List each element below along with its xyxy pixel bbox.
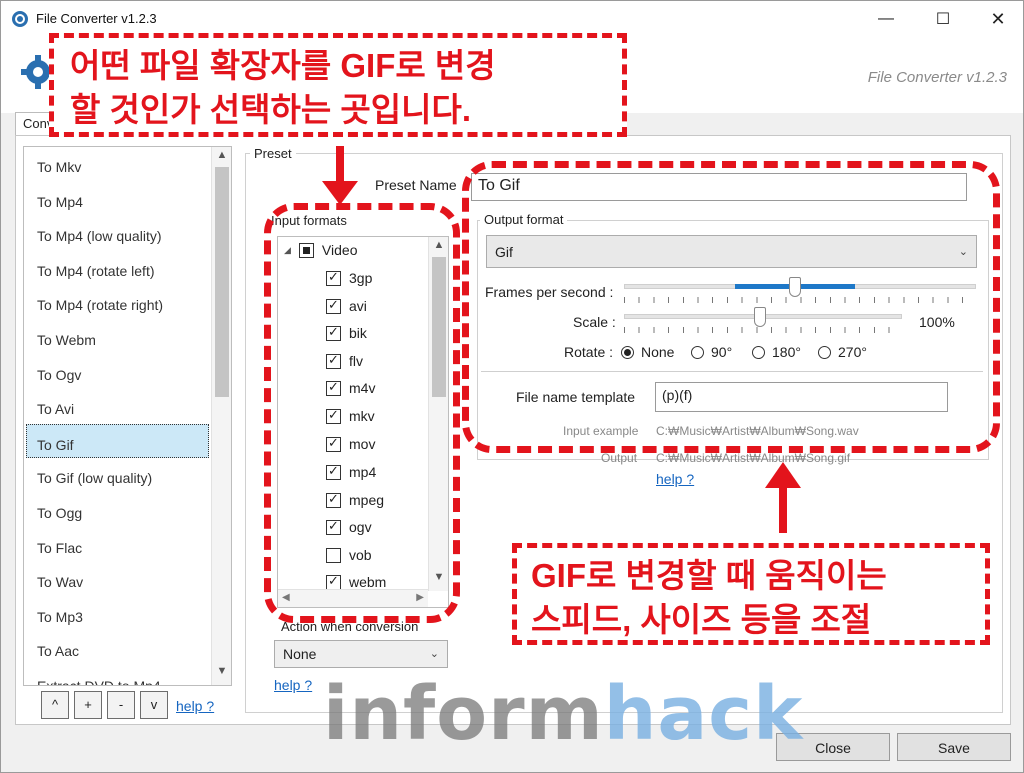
output-example-label: Output — [601, 451, 638, 465]
app-logo-icon — [12, 11, 28, 27]
scroll-down-icon[interactable]: ▼ — [212, 665, 231, 683]
list-item[interactable]: To Mp3 — [24, 597, 231, 632]
add-button[interactable]: + — [74, 691, 102, 719]
list-item[interactable]: To Ogv — [24, 355, 231, 390]
bottom-annotation-line1: GIF로 변경할 때 움직이는 — [531, 557, 887, 594]
conversion-items: To Mkv To Mp4 To Mp4 (low quality) To Mp… — [24, 147, 231, 685]
conversions-help-link[interactable]: help ? — [176, 698, 214, 714]
bottom-arrow-shaft — [779, 485, 787, 533]
arrow-down-icon — [322, 181, 358, 205]
close-window-button[interactable]: ✕ — [975, 1, 1021, 37]
preset-group-label: Preset — [250, 146, 296, 161]
list-item[interactable]: To Wav — [24, 562, 231, 597]
bottom-annotation: GIF로 변경할 때 움직이는 스피드, 사이즈 등을 조절 — [512, 543, 990, 645]
scroll-up-icon[interactable]: ▲ — [212, 149, 231, 167]
action-select-value: None — [283, 646, 317, 662]
top-annotation-line1: 어떤 파일 확장자를 GIF로 변경 — [70, 47, 496, 84]
move-down-button[interactable]: v — [140, 691, 168, 719]
input-formats-highlight — [264, 203, 460, 623]
watermark-part2: hack — [603, 671, 804, 757]
watermark: informhack — [323, 671, 803, 757]
maximize-button[interactable]: ☐ — [920, 1, 966, 37]
list-item[interactable]: To Mp4 (rotate left) — [24, 251, 231, 286]
list-item[interactable]: To Mkv — [24, 147, 231, 182]
app-window: File Converter v1.2.3 — ☐ ✕ File Convert… — [0, 0, 1024, 773]
version-label: File Converter v1.2.3 — [867, 69, 1007, 86]
bottom-annotation-line2: 스피드, 사이즈 등을 조절 — [531, 601, 872, 638]
list-item[interactable]: To Avi — [24, 389, 231, 424]
preset-name-label: Preset Name — [375, 177, 457, 193]
list-item[interactable]: To Mp4 — [24, 182, 231, 217]
list-item[interactable]: To Webm — [24, 320, 231, 355]
list-item[interactable]: Extract DVD to Mp4 — [24, 666, 231, 685]
tab-conversions[interactable]: Conv — [15, 112, 53, 136]
save-button[interactable]: Save — [897, 733, 1011, 761]
window-title: File Converter v1.2.3 — [36, 11, 157, 26]
action-select[interactable]: None ⌄ — [274, 640, 448, 668]
output-example-value: C:₩Music₩Artist₩Album₩Song.gif — [656, 451, 851, 465]
list-item[interactable]: To Flac — [24, 528, 231, 563]
list-item[interactable]: To Ogg — [24, 493, 231, 528]
list-item[interactable]: To Mp4 (low quality) — [24, 216, 231, 251]
list-item[interactable]: To Gif (low quality) — [24, 458, 231, 493]
remove-button[interactable]: - — [107, 691, 135, 719]
conversion-list[interactable]: To Mkv To Mp4 To Mp4 (low quality) To Mp… — [23, 146, 232, 686]
top-annotation: 어떤 파일 확장자를 GIF로 변경 할 것인가 선택하는 곳입니다. — [49, 33, 627, 137]
chevron-down-icon: ⌄ — [429, 648, 439, 660]
list-item-selected[interactable]: To Gif — [26, 423, 209, 459]
scrollbar-thumb[interactable] — [215, 167, 229, 397]
move-up-button[interactable]: ^ — [41, 691, 69, 719]
preset-help-link[interactable]: help ? — [274, 677, 312, 693]
output-settings-highlight — [462, 161, 1000, 453]
minimize-button[interactable]: — — [863, 1, 909, 37]
output-help-link[interactable]: help ? — [656, 471, 694, 487]
list-item[interactable]: To Mp4 (rotate right) — [24, 285, 231, 320]
list-scrollbar[interactable]: ▲ ▼ — [211, 147, 231, 685]
top-arrow-shaft — [336, 146, 344, 186]
watermark-part1: inform — [323, 671, 604, 757]
top-annotation-line2: 할 것인가 선택하는 곳입니다. — [70, 91, 471, 128]
title-bar: File Converter v1.2.3 — ☐ ✕ — [1, 1, 1023, 37]
list-item[interactable]: To Aac — [24, 631, 231, 666]
